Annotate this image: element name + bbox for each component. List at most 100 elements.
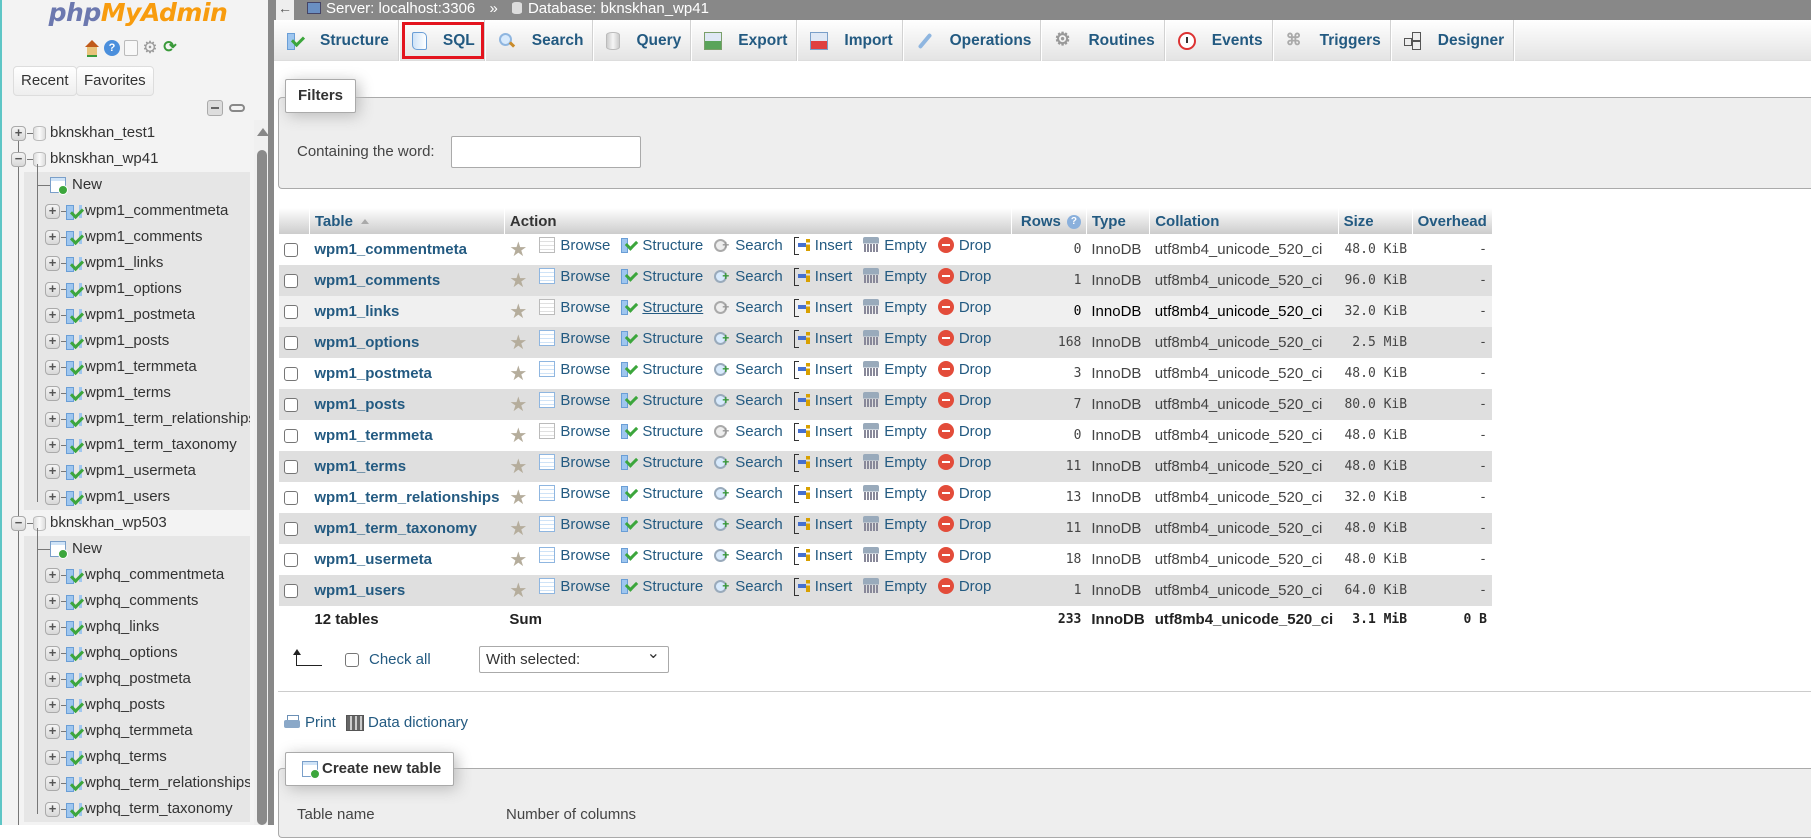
browse-link[interactable]: Browse	[539, 268, 610, 285]
row-checkbox[interactable]	[283, 367, 298, 382]
empty-link[interactable]: Empty	[863, 423, 927, 440]
expand-icon[interactable]: +	[45, 724, 60, 739]
search-link[interactable]: Search	[714, 454, 783, 471]
expand-icon[interactable]: +	[45, 594, 60, 609]
structure-link[interactable]: Structure	[621, 361, 703, 378]
tree-table[interactable]: + wphq_commentmeta	[24, 562, 250, 588]
tree-label[interactable]: wphq_terms	[85, 744, 167, 770]
row-checkbox[interactable]	[283, 305, 298, 320]
tree-label[interactable]: wphq_termmeta	[85, 718, 193, 744]
tree-label[interactable]: New	[72, 172, 102, 198]
favorite-star-icon[interactable]: ★	[509, 394, 527, 416]
table-name-link[interactable]: wpm1_terms	[314, 458, 406, 475]
tree-database[interactable]: − bknskhan_wp503	[10, 510, 250, 536]
home-icon[interactable]	[84, 40, 100, 57]
tree-table[interactable]: + wphq_term_taxonomy	[24, 796, 250, 822]
empty-link[interactable]: Empty	[863, 361, 927, 378]
collapse-all-icon[interactable]	[207, 100, 223, 116]
drop-link[interactable]: Drop	[937, 268, 991, 285]
favorites-button[interactable]: Favorites	[76, 66, 154, 96]
empty-link[interactable]: Empty	[863, 330, 927, 347]
favorite-star-icon[interactable]: ★	[509, 239, 527, 261]
back-arrow-icon[interactable]: ←	[276, 0, 294, 20]
drop-link[interactable]: Drop	[937, 237, 991, 254]
insert-link[interactable]: Insert	[793, 361, 852, 380]
table-name-link[interactable]: wpm1_postmeta	[314, 365, 432, 382]
favorite-star-icon[interactable]: ★	[509, 270, 527, 292]
structure-link[interactable]: Structure	[621, 299, 703, 316]
structure-link[interactable]: Structure	[621, 423, 703, 440]
tree-label[interactable]: bknskhan_wp41	[50, 146, 158, 172]
tab-search[interactable]: Search	[486, 20, 595, 61]
size-cell[interactable]: 64.0 KiB	[1338, 575, 1412, 606]
row-checkbox[interactable]	[283, 522, 298, 537]
structure-link[interactable]: Structure	[621, 578, 703, 595]
tree-table[interactable]: + wpm1_termmeta	[24, 354, 250, 380]
structure-link[interactable]: Structure	[621, 516, 703, 533]
drop-link[interactable]: Drop	[937, 392, 991, 409]
tree-label[interactable]: wphq_comments	[85, 588, 198, 614]
search-link[interactable]: Search	[714, 423, 783, 440]
drop-link[interactable]: Drop	[937, 578, 991, 595]
filter-word-input[interactable]	[451, 136, 641, 168]
row-checkbox[interactable]	[283, 274, 298, 289]
empty-link[interactable]: Empty	[863, 485, 927, 502]
tab-structure[interactable]: Structure	[274, 20, 400, 61]
favorite-star-icon[interactable]: ★	[509, 332, 527, 354]
search-link[interactable]: Search	[714, 330, 783, 347]
tab-import[interactable]: Import	[798, 20, 904, 61]
structure-link[interactable]: Structure	[621, 330, 703, 347]
tree-table[interactable]: + wpm1_comments	[24, 224, 250, 250]
size-cell[interactable]: 48.0 KiB	[1338, 451, 1412, 482]
row-checkbox[interactable]	[283, 429, 298, 444]
header-overhead[interactable]: Overhead	[1411, 208, 1492, 234]
expand-icon[interactable]: +	[45, 256, 60, 271]
help-icon[interactable]: ?	[1066, 214, 1081, 229]
insert-link[interactable]: Insert	[793, 237, 852, 256]
tree-table[interactable]: + wpm1_usermeta	[24, 458, 250, 484]
expand-icon[interactable]: +	[45, 490, 60, 505]
expand-icon[interactable]: +	[45, 438, 60, 453]
table-name-link[interactable]: wpm1_commentmeta	[314, 241, 467, 258]
header-table[interactable]: Table	[308, 208, 505, 234]
tree-label[interactable]: bknskhan_wp503	[50, 510, 167, 536]
browse-link[interactable]: Browse	[539, 485, 610, 502]
tree-new-table[interactable]: New	[24, 172, 250, 198]
tab-events[interactable]: Events	[1166, 20, 1274, 61]
browse-link[interactable]: Browse	[539, 237, 610, 254]
drop-link[interactable]: Drop	[937, 454, 991, 471]
row-checkbox[interactable]	[283, 398, 298, 413]
drop-link[interactable]: Drop	[937, 423, 991, 440]
favorite-star-icon[interactable]: ★	[509, 580, 527, 602]
data-dictionary-link[interactable]: Data dictionary	[346, 714, 468, 731]
tree-label[interactable]: wphq_term_taxonomy	[85, 796, 233, 822]
expand-icon[interactable]: +	[45, 802, 60, 817]
size-cell[interactable]: 32.0 KiB	[1338, 296, 1412, 327]
phpmyadmin-logo[interactable]: phpMyAdmin	[2, 0, 274, 26]
tree-label[interactable]: wphq_term_relationships	[85, 770, 250, 796]
expand-icon[interactable]: +	[45, 334, 60, 349]
tree-label[interactable]: wpm1_posts	[85, 328, 169, 354]
browse-link[interactable]: Browse	[539, 547, 610, 564]
structure-link[interactable]: Structure	[621, 268, 703, 285]
tree-table[interactable]: + wpm1_terms	[24, 380, 250, 406]
tab-triggers[interactable]: Triggers	[1274, 20, 1392, 61]
collapse-icon[interactable]: −	[11, 516, 26, 531]
size-cell[interactable]: 48.0 KiB	[1338, 544, 1412, 575]
tab-query[interactable]: Query	[594, 20, 693, 61]
docs-icon[interactable]	[124, 40, 138, 56]
drop-link[interactable]: Drop	[937, 485, 991, 502]
drop-link[interactable]: Drop	[937, 516, 991, 533]
empty-link[interactable]: Empty	[863, 268, 927, 285]
expand-icon[interactable]: +	[45, 646, 60, 661]
search-link[interactable]: Search	[714, 299, 783, 316]
breadcrumb-server[interactable]: Server: localhost:3306	[326, 0, 475, 17]
tree-table[interactable]: + wpm1_term_relationships	[24, 406, 250, 432]
tree-table[interactable]: + wpm1_term_taxonomy	[24, 432, 250, 458]
size-cell[interactable]: 2.5 MiB	[1338, 327, 1412, 358]
size-cell[interactable]: 32.0 KiB	[1338, 482, 1412, 513]
insert-link[interactable]: Insert	[793, 299, 852, 318]
with-selected-dropdown[interactable]: With selected:	[479, 641, 669, 673]
empty-link[interactable]: Empty	[863, 547, 927, 564]
empty-link[interactable]: Empty	[863, 578, 927, 595]
